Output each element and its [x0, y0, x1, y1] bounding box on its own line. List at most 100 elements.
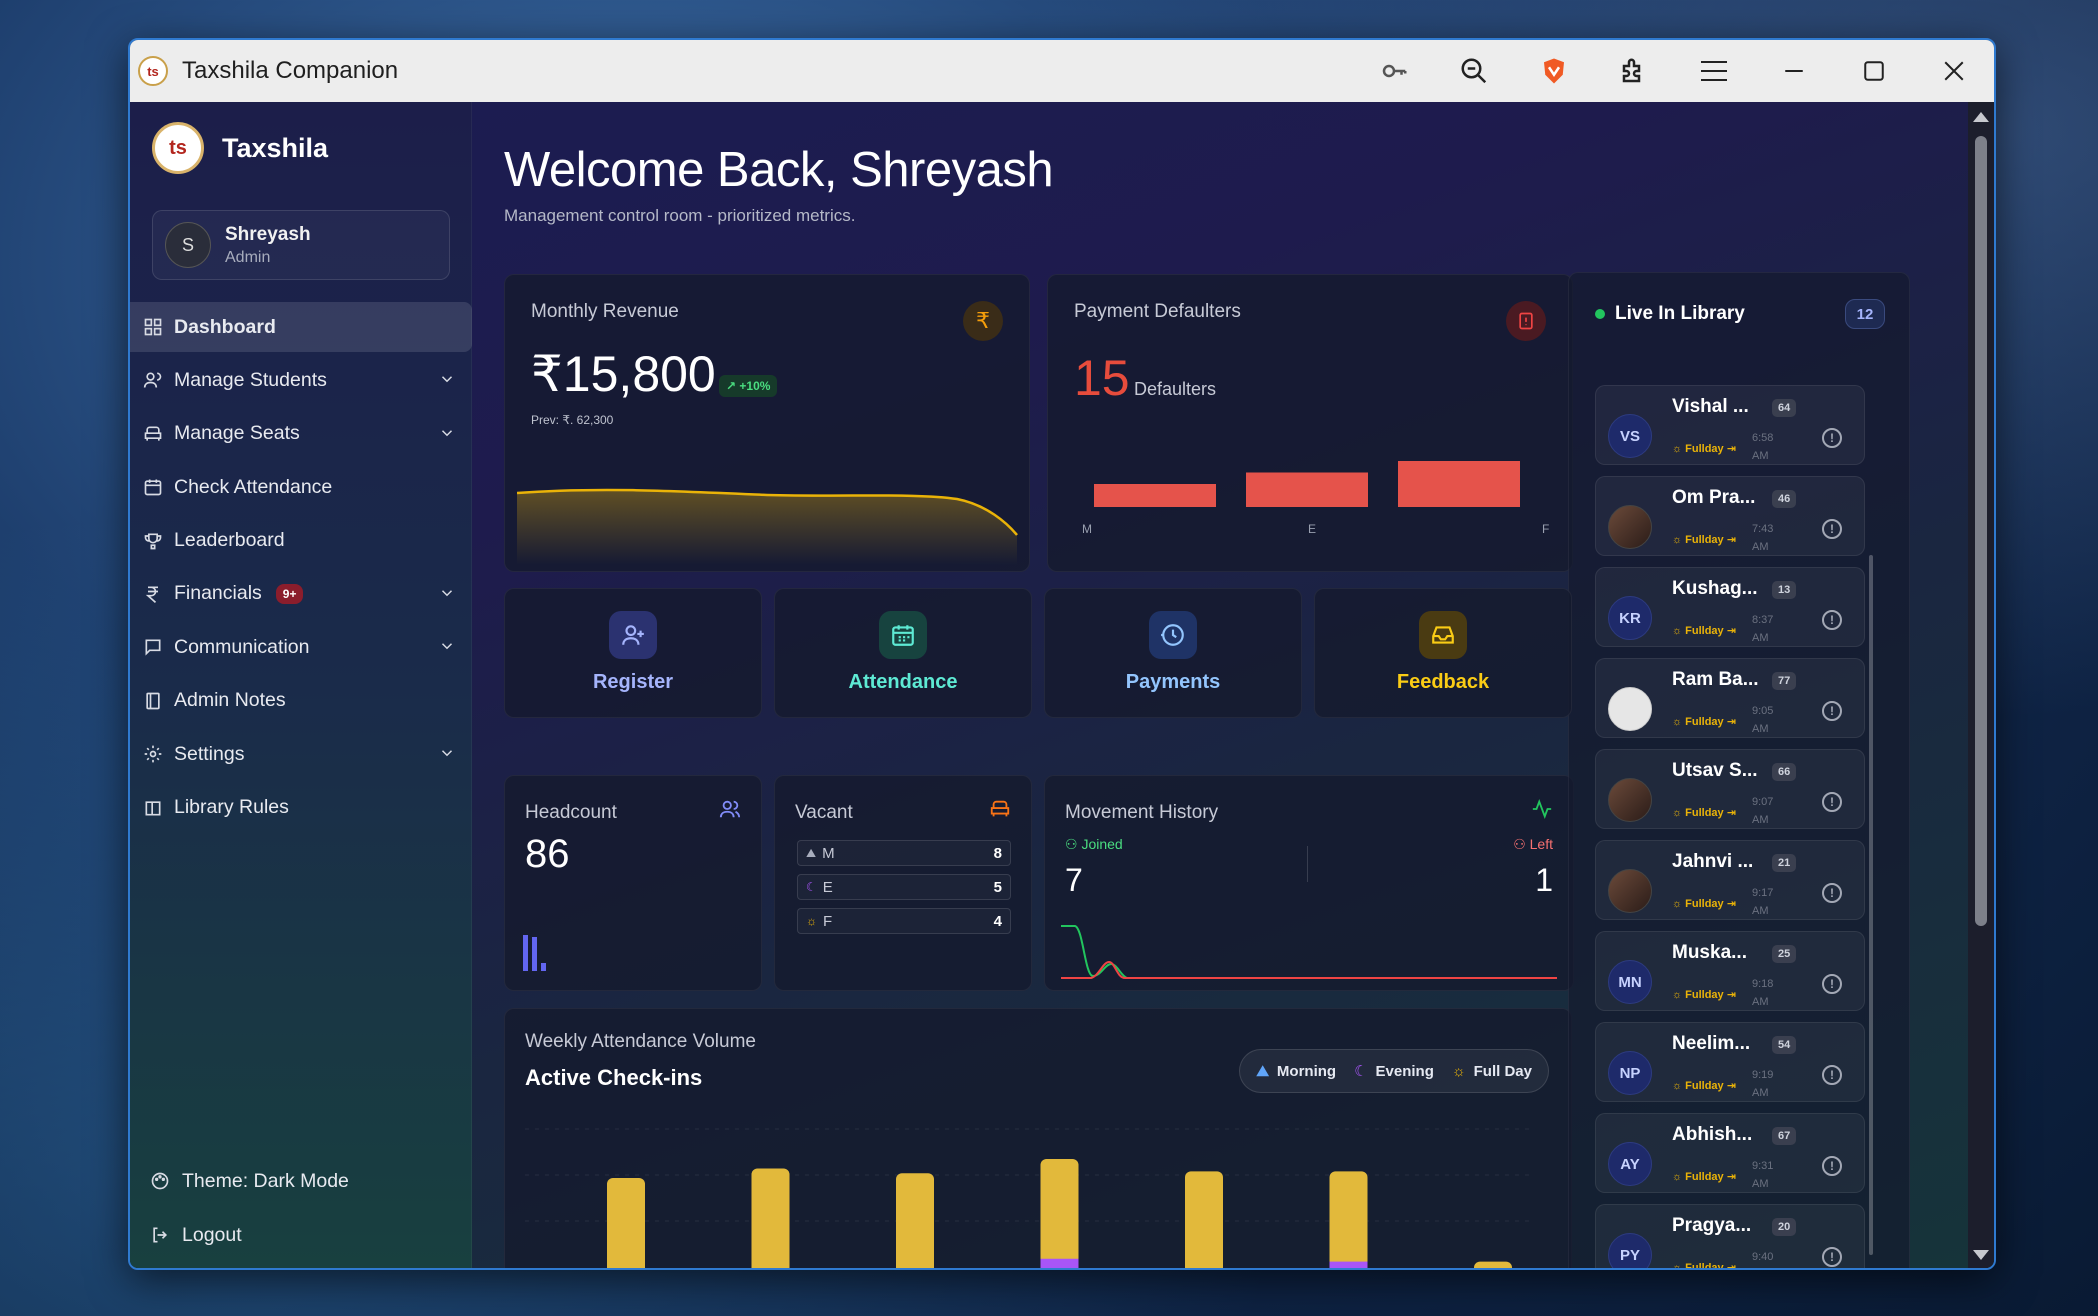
info-icon[interactable]: !	[1822, 883, 1842, 903]
student-name: Muska...	[1672, 942, 1747, 963]
sidebar-item-check-attendance[interactable]: Check Attendance	[130, 462, 472, 512]
weekly-bar-fullday[interactable]	[1474, 1261, 1512, 1270]
sidebar-item-label: Communication	[174, 635, 310, 658]
plan-label: ☼ Fullday ⇥	[1672, 989, 1736, 1001]
defaulters-bar[interactable]	[1094, 484, 1216, 507]
seat-badge: 46	[1772, 490, 1797, 508]
info-icon[interactable]: !	[1822, 519, 1842, 539]
armchair-icon	[990, 800, 1010, 817]
minimize-icon[interactable]	[1754, 40, 1834, 102]
extensions-icon[interactable]	[1594, 40, 1674, 102]
legend-evening[interactable]: ☾ Evening	[1354, 1062, 1434, 1081]
attendance-button[interactable]: Attendance	[774, 588, 1032, 718]
weekly-bar-evening[interactable]	[1040, 1258, 1079, 1270]
logout-button[interactable]: Logout	[150, 1208, 349, 1262]
calendar-icon	[142, 476, 164, 498]
sidebar-item-admin-notes[interactable]: Admin Notes	[130, 676, 472, 726]
info-icon[interactable]: !	[1822, 1065, 1842, 1085]
info-icon[interactable]: !	[1822, 610, 1842, 630]
feedback-button[interactable]: Feedback	[1314, 588, 1572, 718]
info-icon[interactable]: !	[1822, 792, 1842, 812]
weekly-attendance-card: Weekly Attendance Volume Active Check-in…	[504, 1008, 1572, 1271]
plan-label: ☼ Fullday ⇥	[1672, 716, 1736, 728]
live-list-scrollbar[interactable]	[1869, 555, 1873, 1255]
chevron-down-icon[interactable]	[438, 744, 458, 764]
info-icon[interactable]: !	[1822, 1247, 1842, 1267]
weekly-bar-fullday[interactable]	[1040, 1159, 1079, 1270]
live-list-item[interactable]: MN Muska... 25 ☼ Fullday ⇥ 9:18 AM !	[1595, 931, 1865, 1011]
weekly-bar-evening[interactable]	[1185, 1268, 1223, 1270]
scroll-up-arrow[interactable]	[1973, 112, 1989, 122]
weekly-bar-fullday[interactable]	[751, 1168, 790, 1271]
window-scrollbar[interactable]	[1968, 102, 1994, 1268]
payments-button[interactable]: Payments	[1044, 588, 1302, 718]
user-name: Shreyash	[225, 223, 311, 245]
student-name: Abhish...	[1672, 1124, 1753, 1145]
defaulters-label: Defaulters	[1134, 379, 1217, 399]
revenue-trend-chart	[517, 488, 1018, 565]
sidebar-item-manage-students[interactable]: Manage Students	[130, 355, 472, 405]
sidebar-item-manage-seats[interactable]: Manage Seats	[130, 409, 472, 459]
register-icon	[609, 611, 657, 659]
sidebar-item-label: Leaderboard	[174, 529, 285, 552]
feedback-label: Feedback	[1396, 671, 1490, 693]
sidebar-item-communication[interactable]: Communication	[130, 622, 472, 672]
weekly-bar-fullday[interactable]	[1329, 1171, 1368, 1270]
info-icon[interactable]: !	[1822, 701, 1842, 721]
payments-icon	[1149, 611, 1197, 659]
live-list-item[interactable]: JH Jahnvi ... 21 ☼ Fullday ⇥ 9:17 AM !	[1595, 840, 1865, 920]
weekly-bar-evening[interactable]	[1329, 1261, 1368, 1270]
register-button[interactable]: Register	[504, 588, 762, 718]
key-icon[interactable]	[1354, 40, 1434, 102]
live-list-item[interactable]: AY Abhish... 67 ☼ Fullday ⇥ 9:31 AM !	[1595, 1113, 1865, 1193]
sidebar-item-library-rules[interactable]: Library Rules	[130, 783, 472, 833]
headcount-card[interactable]: Headcount 86	[504, 775, 762, 991]
user-role: Admin	[225, 248, 271, 266]
brave-shield-icon[interactable]	[1514, 40, 1594, 102]
legend-fullday[interactable]: ☼ Full Day	[1452, 1063, 1532, 1080]
user-card[interactable]: S Shreyash Admin	[152, 210, 450, 280]
theme-label: Theme: Dark Mode	[182, 1169, 349, 1192]
legend-morning[interactable]: ⛰ Morning	[1256, 1063, 1336, 1080]
live-list-item[interactable]: NP Neelim... 54 ☼ Fullday ⇥ 9:19 AM !	[1595, 1022, 1865, 1102]
sidebar-item-dashboard[interactable]: Dashboard	[130, 302, 472, 352]
scrollbar-thumb[interactable]	[1975, 136, 1987, 926]
close-icon[interactable]	[1914, 40, 1994, 102]
weekly-bar-fullday[interactable]	[1185, 1171, 1223, 1270]
sidebar-item-financials[interactable]: Financials 9+	[130, 569, 472, 619]
info-icon[interactable]: !	[1822, 428, 1842, 448]
info-icon[interactable]: !	[1822, 974, 1842, 994]
weekly-bar-evening[interactable]	[752, 1268, 790, 1270]
student-name: Pragya...	[1672, 1215, 1752, 1236]
chevron-down-icon[interactable]	[438, 637, 458, 657]
live-library-panel: Live In Library 12 VS Vishal ... 64 ☼ Fu…	[1568, 272, 1910, 1268]
weekly-bar-fullday[interactable]	[896, 1173, 934, 1270]
defaulters-card[interactable]: Payment Defaulters 15 Defaulters M E F	[1047, 274, 1573, 572]
chevron-down-icon[interactable]	[438, 424, 458, 444]
zoom-out-icon[interactable]	[1434, 40, 1514, 102]
live-list-item[interactable]: VS Vishal ... 64 ☼ Fullday ⇥ 6:58 AM !	[1595, 385, 1865, 465]
info-icon[interactable]: !	[1822, 1156, 1842, 1176]
chevron-down-icon[interactable]	[438, 584, 458, 604]
sidebar-item-settings[interactable]: Settings	[130, 729, 472, 779]
live-list-item[interactable]: US Utsav S... 66 ☼ Fullday ⇥ 9:07 AM !	[1595, 749, 1865, 829]
menu-icon[interactable]	[1674, 40, 1754, 102]
chevron-down-icon[interactable]	[438, 370, 458, 390]
defaulters-bar[interactable]	[1398, 461, 1520, 507]
live-list-item[interactable]: RB Ram Ba... 77 ☼ Fullday ⇥ 9:05 AM !	[1595, 658, 1865, 738]
revenue-card[interactable]: Monthly Revenue ₹ ₹15,800 ↗ +10% Prev: ₹…	[504, 274, 1030, 572]
sidebar-item-leaderboard[interactable]: Leaderboard	[130, 516, 472, 566]
live-list-item[interactable]: OP Om Pra... 46 ☼ Fullday ⇥ 7:43 AM !	[1595, 476, 1865, 556]
maximize-icon[interactable]	[1834, 40, 1914, 102]
scroll-down-arrow[interactable]	[1973, 1250, 1989, 1260]
seat-badge: 13	[1772, 581, 1797, 599]
weekly-bar-evening[interactable]	[896, 1268, 934, 1270]
movement-card[interactable]: Movement History ⚇ Joined 7 ⚇ Left 1	[1044, 775, 1574, 991]
weekly-bar-fullday[interactable]	[607, 1178, 645, 1270]
live-list-item[interactable]: PY Pragya... 20 ☼ Fullday ⇥ 9:40 AM !	[1595, 1204, 1865, 1268]
live-list-item[interactable]: KR Kushag... 13 ☼ Fullday ⇥ 8:37 AM !	[1595, 567, 1865, 647]
theme-toggle[interactable]: Theme: Dark Mode	[150, 1154, 349, 1208]
defaulters-bar[interactable]	[1246, 472, 1368, 508]
vacant-card[interactable]: Vacant ⛰ M 8 ☾ E 5 ☼ F 4	[774, 775, 1032, 991]
message-icon	[142, 636, 164, 658]
